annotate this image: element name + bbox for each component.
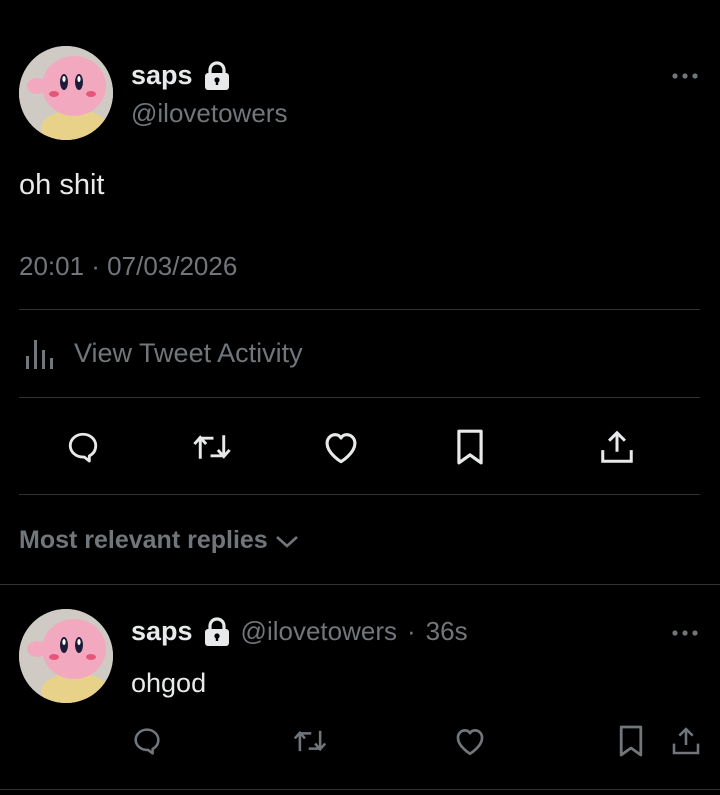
- bar-chart-icon: [26, 340, 53, 369]
- reply-button[interactable]: [59, 423, 107, 471]
- replies-sort-label[interactable]: Most relevant replies: [19, 526, 268, 555]
- user-handle[interactable]: @ilovetowers: [131, 98, 287, 129]
- share-icon: [601, 430, 633, 463]
- reply-reply-button[interactable]: [123, 717, 171, 765]
- avatar[interactable]: [19, 46, 113, 140]
- tweet-timestamp[interactable]: 20:01 · 07/03/2026: [19, 251, 237, 282]
- more-options-button[interactable]: [670, 66, 700, 91]
- share-icon: [672, 727, 700, 755]
- like-icon: [456, 729, 484, 756]
- reply-display-name[interactable]: saps: [131, 616, 193, 647]
- reply-retweet-button[interactable]: [286, 717, 334, 765]
- divider: [0, 789, 720, 790]
- reply-avatar[interactable]: [19, 609, 113, 703]
- divider: [19, 309, 700, 310]
- bookmark-button[interactable]: [446, 423, 494, 471]
- more-dots-icon: [672, 630, 698, 636]
- reply-like-button[interactable]: [446, 717, 494, 765]
- reply-handle[interactable]: @ilovetowers: [241, 616, 397, 647]
- replies-sort-dropdown[interactable]: Most relevant replies: [19, 526, 300, 555]
- retweet-icon: [193, 435, 231, 459]
- avatar-image: [19, 609, 113, 703]
- reply-time[interactable]: 36s: [426, 616, 468, 647]
- reply-header: saps @ilovetowers · 36s: [131, 616, 468, 647]
- lock-icon: [204, 60, 229, 90]
- retweet-icon: [293, 730, 327, 752]
- reply-more-options-button[interactable]: [670, 623, 700, 648]
- reply-icon: [134, 728, 160, 755]
- like-icon: [325, 433, 357, 464]
- divider: [0, 584, 720, 585]
- avatar-image: [19, 46, 113, 140]
- reply-bookmark-button[interactable]: [607, 717, 655, 765]
- tweet-text: oh shit: [19, 169, 105, 201]
- display-name[interactable]: saps: [131, 60, 231, 91]
- retweet-button[interactable]: [188, 423, 236, 471]
- divider: [19, 397, 700, 398]
- view-tweet-activity-label[interactable]: View Tweet Activity: [74, 338, 303, 369]
- share-button[interactable]: [593, 423, 641, 471]
- lock-icon: [204, 616, 229, 646]
- more-dots-icon: [672, 73, 698, 79]
- reply-separator: ·: [407, 616, 416, 646]
- bookmark-icon: [619, 725, 643, 757]
- reply-icon: [68, 432, 98, 463]
- display-name-text[interactable]: saps: [131, 60, 193, 91]
- like-button[interactable]: [317, 423, 365, 471]
- reply-share-button[interactable]: [662, 717, 710, 765]
- bookmark-icon: [457, 429, 483, 465]
- chevron-down-icon: [275, 535, 298, 548]
- divider: [19, 494, 700, 495]
- reply-text: ohgod: [131, 668, 207, 698]
- view-tweet-activity-link[interactable]: View Tweet Activity: [24, 336, 303, 370]
